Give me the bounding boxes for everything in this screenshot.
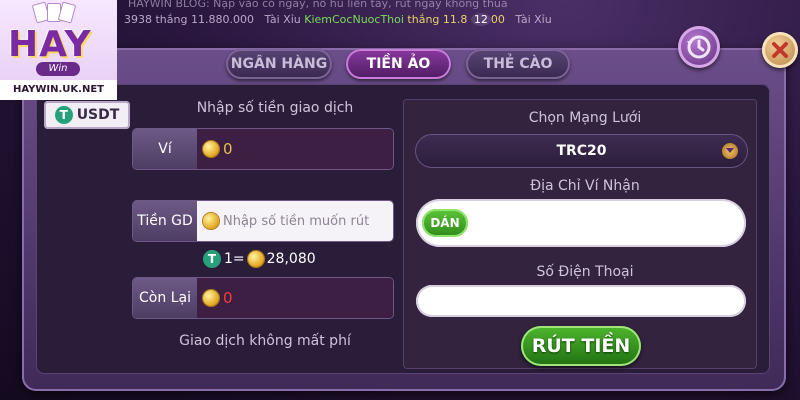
close-icon bbox=[772, 42, 788, 58]
ticker-line-winners: 3938 thắng 11.880.000 Tài Xỉu KiemCocNuo… bbox=[124, 13, 552, 26]
amount-label: Tiền GD bbox=[133, 201, 197, 241]
ticker-win-amount: thắng 11.8 bbox=[407, 13, 468, 26]
history-button[interactable] bbox=[678, 26, 720, 68]
amount-input[interactable]: Nhập số tiền muốn rút bbox=[197, 201, 393, 241]
currency-label: USDT bbox=[76, 107, 120, 123]
wallet-label: Ví bbox=[133, 129, 197, 169]
tether-icon: T bbox=[54, 106, 73, 124]
exchange-rate: T 1= 28,080 bbox=[203, 250, 316, 268]
remaining-row: Còn Lại 0 bbox=[133, 278, 393, 318]
remaining-balance: 0 bbox=[197, 278, 393, 318]
ticker-line-blog: HAYWIN BLOG: Nạp vào có ngay, nổ hũ liền… bbox=[128, 0, 508, 10]
fee-note: Giao dịch không mất phí bbox=[179, 333, 351, 349]
phone-input[interactable] bbox=[416, 285, 746, 317]
coin-icon bbox=[203, 141, 219, 157]
rate-left: 1= bbox=[224, 251, 245, 267]
logo-url: HAYWIN.UK.NET bbox=[0, 80, 117, 100]
rate-value: 28,080 bbox=[266, 251, 316, 267]
wallet-value: 0 bbox=[223, 140, 233, 158]
network-value: TRC20 bbox=[556, 143, 607, 159]
wallet-balance: 0 bbox=[197, 129, 393, 169]
ticker-game: Tài Xỉu bbox=[264, 13, 301, 26]
paste-button[interactable]: DÁN bbox=[422, 209, 468, 237]
ticker-winner-1: 3938 thắng 11.880.000 bbox=[124, 13, 254, 26]
remaining-label: Còn Lại bbox=[133, 278, 197, 318]
logo-sub: Win bbox=[36, 62, 80, 76]
chevron-down-icon bbox=[722, 143, 738, 159]
amount-placeholder: Nhập số tiền muốn rút bbox=[223, 213, 370, 229]
tab-crypto[interactable]: TIỀN ẢO bbox=[346, 49, 451, 79]
history-icon bbox=[687, 35, 711, 59]
logo-brand: HAY bbox=[8, 24, 92, 65]
remaining-value: 0 bbox=[223, 289, 233, 307]
close-button[interactable] bbox=[762, 32, 798, 68]
ticker-username: KiemCocNuocThoi bbox=[304, 13, 404, 26]
amount-row: Tiền GD Nhập số tiền muốn rút bbox=[133, 201, 393, 241]
winner-ticker: HAYWIN BLOG: Nạp vào có ngay, nổ hũ liền… bbox=[118, 0, 678, 34]
cards-icon bbox=[31, 1, 84, 24]
coin-icon bbox=[247, 251, 264, 267]
wallet-row: Ví 0 bbox=[133, 129, 393, 169]
withdraw-button[interactable]: RÚT TIỀN bbox=[521, 326, 641, 366]
ticker-badge: 12 bbox=[470, 13, 491, 26]
network-heading: Chọn Mạng Lưới bbox=[528, 110, 642, 126]
ticker-game-2: Tài Xỉu bbox=[515, 13, 552, 26]
tab-card[interactable]: THẺ CÀO bbox=[466, 49, 570, 79]
tab-bank[interactable]: NGÂN HÀNG bbox=[226, 49, 332, 79]
coin-icon bbox=[203, 290, 219, 306]
ticker-win-tail: 00 bbox=[490, 13, 505, 26]
currency-tab-usdt[interactable]: T USDT bbox=[44, 101, 130, 129]
address-heading: Địa Chỉ Ví Nhận bbox=[530, 178, 640, 194]
amount-heading: Nhập số tiền giao dịch bbox=[196, 100, 354, 116]
network-select[interactable]: TRC20 bbox=[415, 134, 748, 168]
coin-icon bbox=[203, 213, 219, 229]
phone-heading: Số Điện Thoại bbox=[536, 264, 634, 280]
haywin-logo: HAY Win HAYWIN.UK.NET bbox=[0, 0, 117, 100]
tether-icon: T bbox=[203, 250, 221, 268]
